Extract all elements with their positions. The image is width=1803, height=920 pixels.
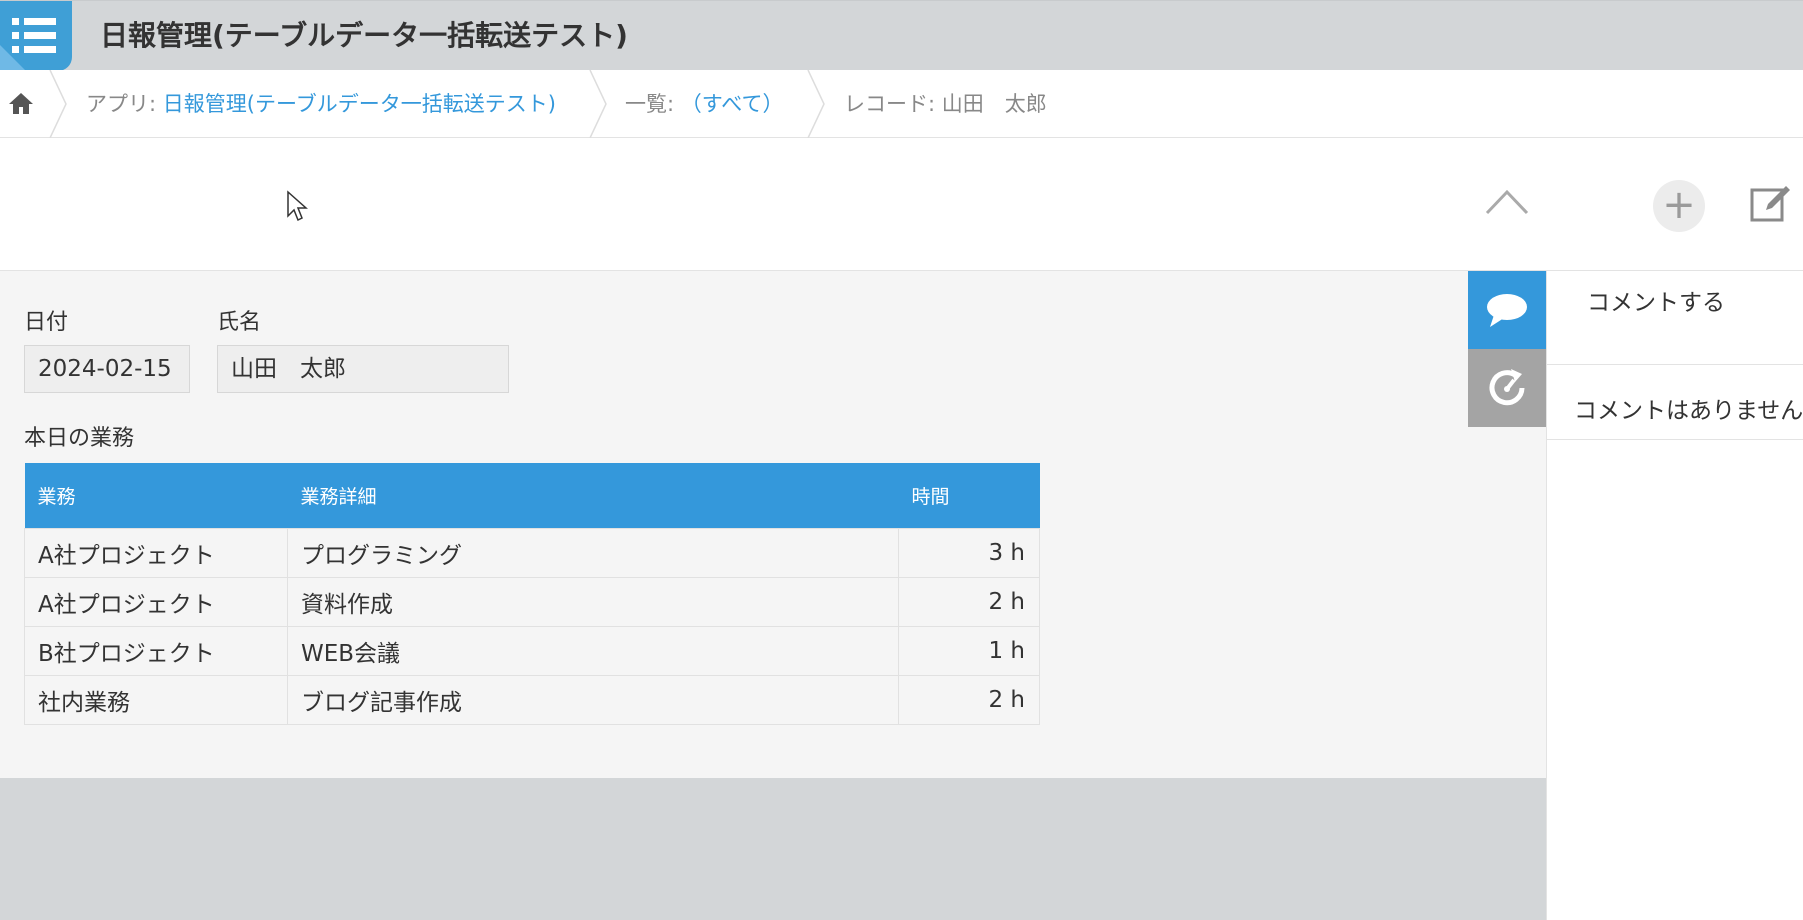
breadcrumb-app-link[interactable]: 日報管理(テーブルデータ一括転送テスト) [163, 92, 556, 116]
edit-icon[interactable] [1748, 182, 1792, 226]
breadcrumb-view-link[interactable]: （すべて） [681, 92, 784, 116]
breadcrumb-record: レコード: 山田 太郎 [844, 92, 1047, 116]
column-header-task: 業務 [24, 463, 288, 529]
app-title: 日報管理(テーブルデータ一括転送テスト) [100, 19, 628, 52]
breadcrumb-separator [49, 70, 67, 138]
divider [1547, 439, 1803, 440]
table-header-row: 業務 業務詳細 時間 [24, 463, 1040, 529]
home-icon[interactable] [8, 90, 34, 116]
comment-panel: コメントする コメントはありません [1546, 271, 1803, 920]
task-cell: A社プロジェクト [24, 577, 288, 627]
detail-cell: プログラミング [287, 528, 899, 578]
breadcrumb-separator [807, 70, 825, 138]
name-label: 氏名 [217, 310, 262, 335]
record-detail: 日付 2024-02-15 氏名 山田 太郎 本日の業務 業務 業務詳細 時間 … [0, 271, 1546, 778]
detail-cell: ブログ記事作成 [287, 675, 899, 725]
date-label: 日付 [24, 310, 69, 335]
comments-tab[interactable] [1468, 271, 1546, 349]
detail-cell: WEB会議 [287, 626, 899, 676]
table-row: B社プロジェクト WEB会議 1 h [24, 626, 1040, 676]
list-icon[interactable] [0, 1, 72, 71]
divider [1547, 364, 1803, 365]
post-comment-button[interactable]: コメントする [1587, 283, 1725, 317]
column-header-hours: 時間 [898, 463, 1040, 529]
task-cell: B社プロジェクト [24, 626, 288, 676]
task-cell: A社プロジェクト [24, 528, 288, 578]
breadcrumb-separator [589, 70, 607, 138]
no-comments-message: コメントはありません [1574, 398, 1803, 424]
hours-cell: 3 h [898, 528, 1040, 578]
page-background [0, 778, 1546, 920]
add-record-button[interactable]: + [1653, 180, 1705, 232]
side-tabs [1468, 271, 1546, 427]
mouse-cursor-icon [287, 190, 308, 222]
record-toolbar: + [0, 138, 1803, 271]
tasks-table: 業務 業務詳細 時間 A社プロジェクト プログラミング 3 h A社プロジェクト… [24, 463, 1040, 725]
hours-cell: 2 h [898, 577, 1040, 627]
app-header: 日報管理(テーブルデータ一括転送テスト) [0, 0, 1803, 71]
history-icon [1489, 369, 1525, 406]
history-tab[interactable] [1468, 349, 1546, 427]
speech-bubble-icon [1487, 294, 1527, 327]
detail-cell: 資料作成 [287, 577, 899, 627]
task-cell: 社内業務 [24, 675, 288, 725]
table-label: 本日の業務 [24, 426, 135, 451]
breadcrumb-app[interactable]: アプリ: 日報管理(テーブルデータ一括転送テスト) [86, 88, 556, 118]
hours-cell: 2 h [898, 675, 1040, 725]
table-row: A社プロジェクト プログラミング 3 h [24, 528, 1040, 578]
breadcrumb: アプリ: 日報管理(テーブルデータ一括転送テスト) 一覧: （すべて） レコード… [0, 70, 1803, 138]
date-field: 2024-02-15 [24, 345, 190, 393]
chevron-up-icon[interactable] [1484, 186, 1530, 216]
plus-icon: + [1662, 182, 1696, 228]
table-row: A社プロジェクト 資料作成 2 h [24, 577, 1040, 627]
column-header-detail: 業務詳細 [287, 463, 899, 529]
table-row: 社内業務 ブログ記事作成 2 h [24, 675, 1040, 725]
breadcrumb-view[interactable]: 一覧: （すべて） [625, 88, 783, 118]
hours-cell: 1 h [898, 626, 1040, 676]
name-field: 山田 太郎 [217, 345, 509, 393]
